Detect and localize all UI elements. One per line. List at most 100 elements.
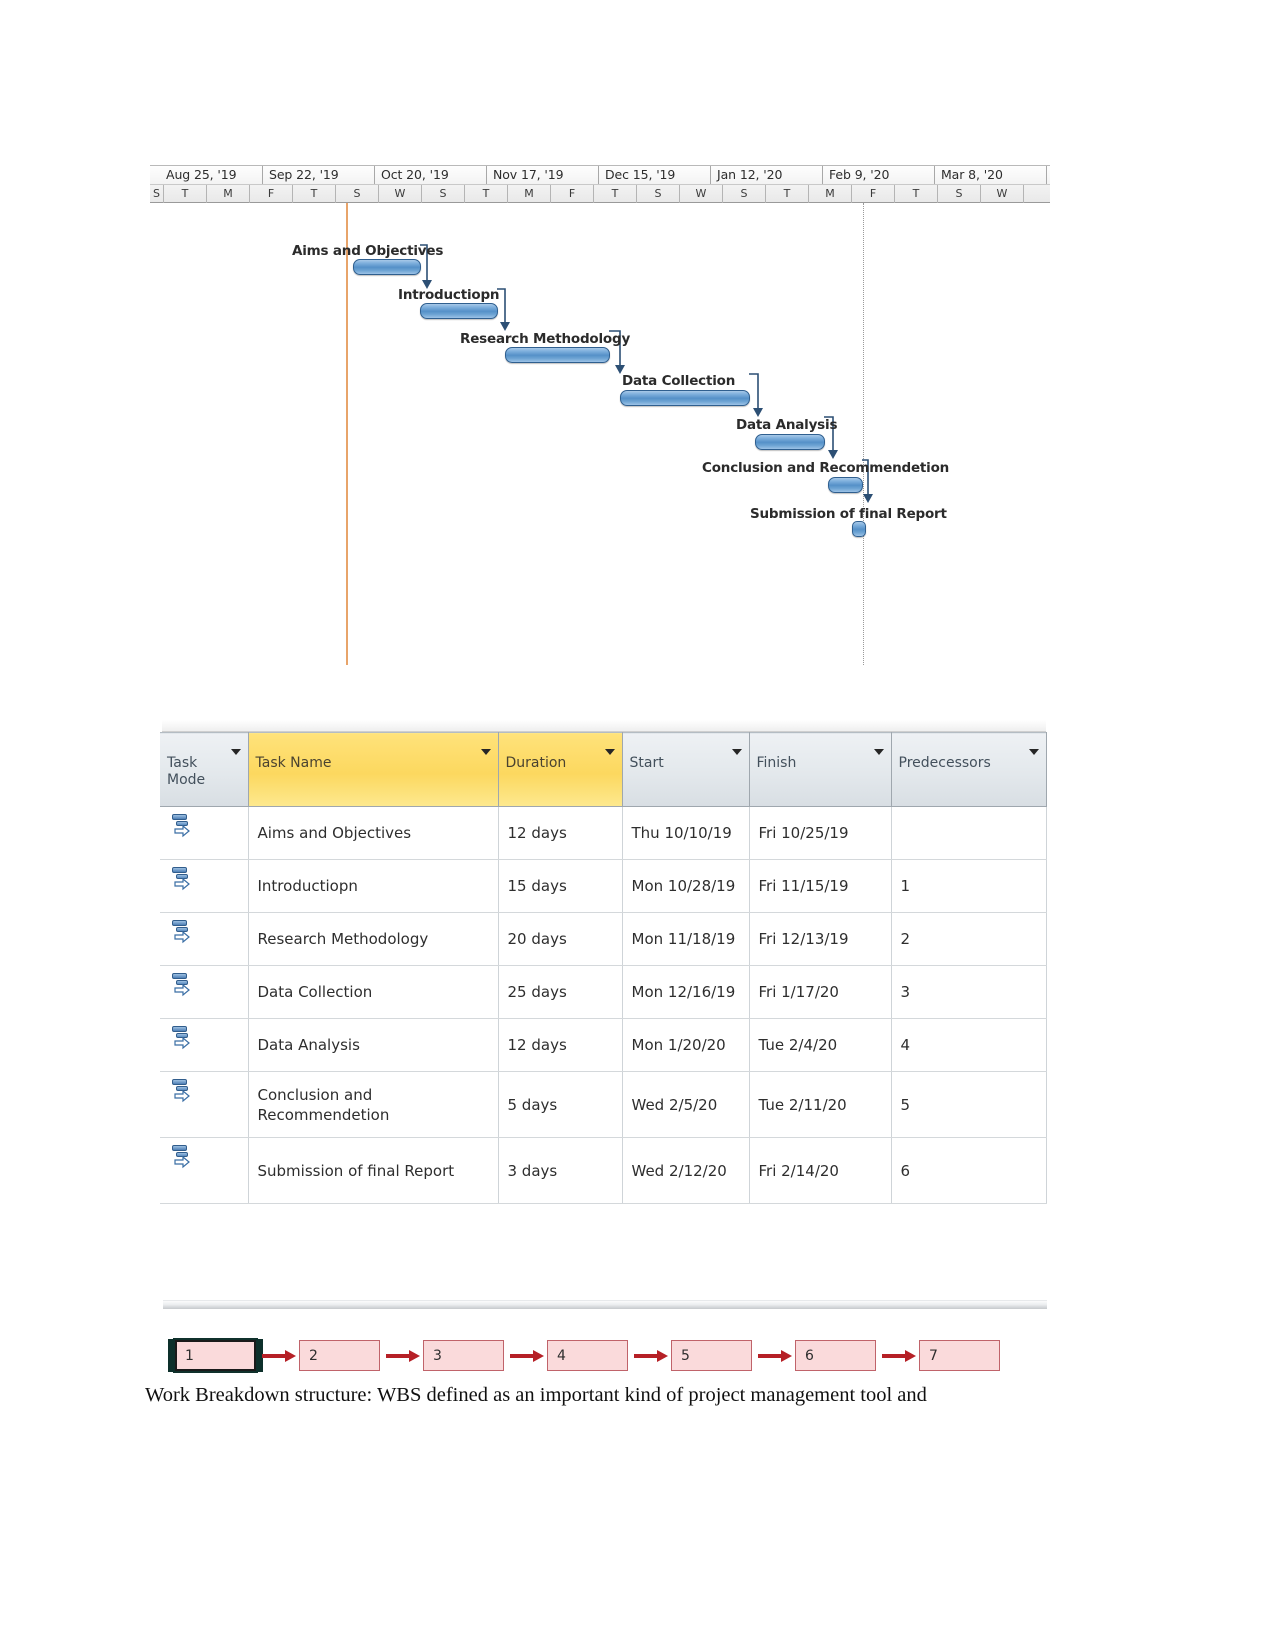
cell-duration[interactable]: 5 days [498,1071,623,1138]
cell-duration[interactable]: 20 days [498,912,623,966]
cell-duration[interactable]: 12 days [498,1018,623,1072]
cell-task-mode[interactable] [160,859,249,913]
cell-task-name[interactable]: Data Collection [248,965,499,1019]
auto-scheduled-icon[interactable] [172,813,194,839]
wbs-arrow [504,1349,547,1362]
cell-duration[interactable]: 3 days [498,1137,623,1204]
cell-predecessors[interactable] [891,806,1047,860]
table-row[interactable]: Research Methodology 20 days Mon 11/18/19 F… [160,912,1047,966]
chevron-down-icon[interactable] [873,749,884,755]
cell-duration[interactable]: 15 days [498,859,623,913]
table-row[interactable]: Conclusion and Recommendetion 5 days Wed 2… [160,1071,1047,1138]
table-row[interactable]: Submission of final Report 3 days Wed 2/12… [160,1137,1047,1204]
auto-scheduled-icon-arrow [174,1156,190,1169]
wbs-node[interactable]: 2 [299,1340,380,1371]
auto-scheduled-icon[interactable] [172,866,194,892]
wbs-arrow [256,1349,299,1362]
wbs-node-label: 1 [185,1347,194,1364]
cell-predecessors[interactable]: 4 [891,1018,1047,1072]
cell-finish[interactable]: Fri 10/25/19 [749,806,892,860]
cell-duration[interactable]: 25 days [498,965,623,1019]
auto-scheduled-icon[interactable] [172,972,194,998]
cell-start[interactable]: Mon 1/20/20 [622,1018,750,1072]
gantt-bar-4[interactable] [755,434,825,450]
cell-task-mode[interactable] [160,1018,249,1072]
column-header-finish[interactable]: Finish [749,732,892,807]
cell-task-mode[interactable] [160,1071,249,1138]
cell-start[interactable]: Mon 11/18/19 [622,912,750,966]
column-header-task-name[interactable]: Task Name [248,732,499,807]
gantt-bar-5[interactable] [828,477,863,493]
cell-start[interactable]: Wed 2/5/20 [622,1071,750,1138]
wbs-diagram: 1 2 3 4 5 6 7 [163,1300,1047,1380]
cell-task-mode[interactable] [160,806,249,860]
column-header-task-name-label: Task Name [255,755,332,771]
wbs-node-label: 7 [929,1347,938,1364]
chevron-down-icon[interactable] [480,749,491,755]
auto-scheduled-icon-bar [172,1145,187,1151]
wbs-node[interactable]: 1 [168,1338,263,1373]
cell-finish[interactable]: Tue 2/4/20 [749,1018,892,1072]
wbs-arrow [628,1349,671,1362]
cell-finish[interactable]: Fri 11/15/19 [749,859,892,913]
chevron-down-icon[interactable] [230,749,241,755]
wbs-node[interactable]: 5 [671,1340,752,1371]
cell-predecessors[interactable]: 2 [891,912,1047,966]
table-row[interactable]: Data Collection 25 days Mon 12/16/19 Fri 1/… [160,965,1047,1019]
timeline-day-cell: M [207,185,250,203]
timeline-month-cell: Feb 9, '20 [823,166,935,184]
wbs-node[interactable]: 3 [423,1340,504,1371]
cell-start[interactable]: Wed 2/12/20 [622,1137,750,1204]
cell-task-name[interactable]: Research Methodology [248,912,499,966]
gantt-bar-1[interactable] [420,303,498,319]
auto-scheduled-icon[interactable] [172,919,194,945]
cell-start[interactable]: Thu 10/10/19 [622,806,750,860]
cell-start[interactable]: Mon 10/28/19 [622,859,750,913]
auto-scheduled-icon-bar [172,920,187,926]
chevron-down-icon[interactable] [1028,749,1039,755]
cell-predecessors[interactable]: 5 [891,1071,1047,1138]
cell-predecessors[interactable]: 6 [891,1137,1047,1204]
gantt-bar-0[interactable] [353,259,421,275]
wbs-node-label: 6 [805,1347,814,1364]
cell-task-mode[interactable] [160,965,249,1019]
dependency-links [420,244,873,503]
cell-finish[interactable]: Tue 2/11/20 [749,1071,892,1138]
auto-scheduled-icon[interactable] [172,1025,194,1051]
cell-task-name[interactable]: Introductiopn [248,859,499,913]
table-row[interactable]: Aims and Objectives 12 days Thu 10/10/19 Fr… [160,806,1047,860]
auto-scheduled-icon-bar [172,1079,187,1085]
cell-predecessors[interactable]: 3 [891,965,1047,1019]
cell-task-name[interactable]: Data Analysis [248,1018,499,1072]
cell-predecessors[interactable]: 1 [891,859,1047,913]
column-header-task-mode[interactable]: Task Mode [160,732,249,807]
auto-scheduled-icon[interactable] [172,1144,194,1170]
auto-scheduled-icon-bar [172,867,187,873]
cell-finish[interactable]: Fri 2/14/20 [749,1137,892,1204]
cell-task-name[interactable]: Conclusion and Recommendetion [248,1071,499,1138]
timeline-day-cell: W [379,185,422,203]
column-header-predecessors[interactable]: Predecessors [891,732,1047,807]
column-header-start[interactable]: Start [622,732,750,807]
gantt-bar-6[interactable] [852,521,866,537]
cell-duration[interactable]: 12 days [498,806,623,860]
chevron-down-icon[interactable] [604,749,615,755]
wbs-node[interactable]: 6 [795,1340,876,1371]
gantt-bar-2[interactable] [505,347,610,363]
table-row[interactable]: Introductiopn 15 days Mon 10/28/19 Fri 11/1… [160,859,1047,913]
timeline-day-cell: T [164,185,207,203]
chevron-down-icon[interactable] [731,749,742,755]
cell-finish[interactable]: Fri 1/17/20 [749,965,892,1019]
wbs-node[interactable]: 4 [547,1340,628,1371]
cell-task-mode[interactable] [160,1137,249,1204]
cell-task-mode[interactable] [160,912,249,966]
cell-start[interactable]: Mon 12/16/19 [622,965,750,1019]
cell-finish[interactable]: Fri 12/13/19 [749,912,892,966]
table-row[interactable]: Data Analysis 12 days Mon 1/20/20 Tue 2/4/2… [160,1018,1047,1072]
wbs-node[interactable]: 7 [919,1340,1000,1371]
cell-task-name[interactable]: Submission of final Report [248,1137,499,1204]
auto-scheduled-icon[interactable] [172,1078,194,1104]
gantt-bar-3[interactable] [620,390,750,406]
cell-task-name[interactable]: Aims and Objectives [248,806,499,860]
column-header-duration[interactable]: Duration [498,732,623,807]
